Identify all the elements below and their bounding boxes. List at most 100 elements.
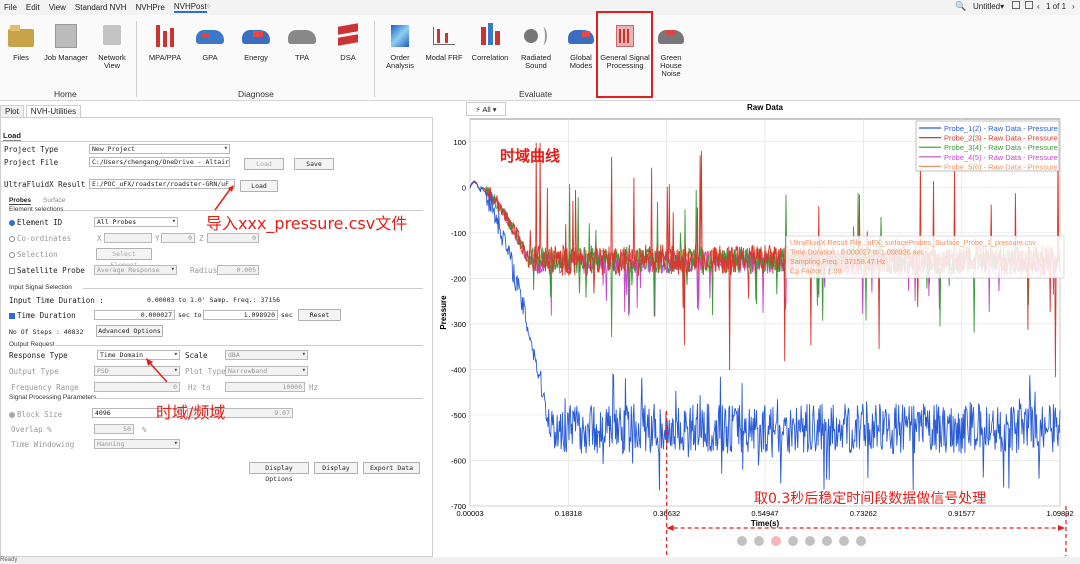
prev-page-icon[interactable]: ‹: [1037, 2, 1040, 11]
order-analysis-button[interactable]: Order Analysis: [380, 21, 420, 70]
project-type-select[interactable]: New Project: [89, 144, 230, 154]
tooltip-line: Sampling Freq. : 37158.47 Hz: [790, 257, 886, 266]
scale-select[interactable]: dBA: [225, 350, 308, 360]
menu-standard-nvh[interactable]: Standard NVH: [75, 3, 127, 12]
plot-type-select[interactable]: Narrowband: [225, 366, 308, 376]
z-label: Z: [199, 234, 204, 243]
selection-option[interactable]: Selection: [9, 250, 58, 259]
camera-icon[interactable]: [754, 536, 764, 546]
modal-frf-button[interactable]: Modal FRF: [424, 21, 464, 62]
pan-icon[interactable]: [856, 536, 866, 546]
x-field[interactable]: [104, 233, 152, 243]
green-house-icon: [656, 21, 686, 51]
time-to-field[interactable]: 1.098920: [203, 310, 278, 320]
curve-annotation: 时域曲线: [500, 147, 560, 165]
satellite-probe-option[interactable]: Satellite Probe: [9, 266, 85, 275]
zoom-icon[interactable]: [788, 536, 798, 546]
response-type-label: Response Type: [9, 351, 68, 360]
windowing-select[interactable]: Hanning: [94, 439, 180, 449]
pin-icon[interactable]: ✧: [205, 2, 212, 11]
z-field[interactable]: 0: [207, 233, 259, 243]
tab-probes[interactable]: Probes: [9, 197, 32, 205]
radius-field[interactable]: 0.005: [217, 265, 259, 275]
mpa-ppa-icon: [150, 21, 180, 51]
color-icon[interactable]: [771, 536, 781, 546]
menu-nvhpost[interactable]: NVHPost: [173, 2, 207, 13]
time-duration-option[interactable]: Time Duration: [9, 311, 76, 320]
search-icon[interactable]: 🔍: [955, 1, 966, 12]
menu-edit[interactable]: Edit: [26, 3, 40, 12]
network-view-button[interactable]: Network View: [94, 21, 130, 70]
fit-icon[interactable]: [805, 536, 815, 546]
menu-view[interactable]: View: [49, 3, 66, 12]
time-from-field[interactable]: 0.000027: [94, 310, 175, 320]
dsa-button[interactable]: DSA: [330, 21, 366, 62]
plot-area: ⚡ All ▾ Raw Data 100 0 -100 -200 -300 -400 -500…: [436, 101, 1080, 558]
export-icon[interactable]: [822, 536, 832, 546]
export-data-button[interactable]: Export Data: [363, 462, 420, 474]
radio-icon: [9, 220, 15, 226]
tab-nvh-utilities[interactable]: NVH-Utilities: [25, 105, 82, 117]
radiated-sound-button[interactable]: Radiated Sound: [516, 21, 556, 70]
arrowhead-left: [666, 525, 674, 531]
menu-nvhpre[interactable]: NVHPre: [135, 3, 164, 12]
measure-icon[interactable]: [839, 536, 849, 546]
coordinates-option[interactable]: Co-ordinates: [9, 234, 71, 243]
satellite-probe-label: Satellite Probe: [17, 266, 85, 275]
average-response-select[interactable]: Average Response: [94, 265, 177, 275]
network-icon: [97, 21, 127, 51]
mpa-ppa-button[interactable]: MPA/PPA: [146, 21, 184, 62]
tab-load[interactable]: Load: [3, 131, 21, 141]
tpa-button[interactable]: TPA: [284, 21, 320, 62]
files-button[interactable]: Files: [6, 21, 36, 62]
tab-surface[interactable]: Surface: [43, 197, 65, 204]
job-manager-icon: [51, 21, 81, 51]
block-size-option[interactable]: Block Size: [9, 410, 62, 419]
files-label: Files: [13, 53, 29, 62]
window-icon[interactable]: [1012, 1, 1020, 9]
job-manager-button[interactable]: Job Manager: [42, 21, 90, 62]
y-axis-label: Pressure: [439, 295, 448, 330]
frequency-range-label: Frequency Range: [11, 383, 79, 392]
global-modes-icon: [566, 21, 596, 51]
element-id-select[interactable]: All Probes: [94, 217, 178, 227]
raw-data-chart[interactable]: Raw Data1000-100-200-300-400-500-600-700…: [436, 101, 1080, 558]
output-type-select[interactable]: PSD: [94, 366, 180, 376]
project-load-button[interactable]: Load: [244, 158, 284, 170]
tab-plot[interactable]: Plot: [0, 105, 24, 117]
order-analysis-label: Order Analysis: [386, 53, 414, 70]
display-options-button[interactable]: Display Options: [249, 462, 309, 483]
project-save-button[interactable]: Save: [294, 158, 334, 170]
element-id-option[interactable]: Element ID: [9, 218, 62, 227]
y-field[interactable]: 0: [161, 233, 195, 243]
next-page-icon[interactable]: ›: [1072, 2, 1075, 11]
response-type-select[interactable]: Time Domain: [97, 350, 180, 360]
group-home: Home: [54, 89, 77, 99]
result-load-button[interactable]: Load: [240, 180, 278, 192]
global-modes-button[interactable]: Global Modes: [562, 21, 600, 70]
advanced-options-button[interactable]: Advanced Options: [96, 325, 163, 337]
divider: [1, 141, 432, 142]
correlation-button[interactable]: Correlation: [470, 21, 510, 62]
energy-button[interactable]: Energy: [238, 21, 274, 62]
display-button[interactable]: Display: [314, 462, 358, 474]
radio-icon: [9, 252, 15, 258]
document-selector[interactable]: Untitled▾: [973, 2, 1004, 11]
order-analysis-icon: [385, 21, 415, 51]
freq-from-field[interactable]: 0: [94, 382, 180, 392]
overlap-field[interactable]: 50: [94, 424, 134, 434]
gpa-button[interactable]: GPA: [192, 21, 228, 62]
menu-file[interactable]: File: [4, 3, 17, 12]
project-file-field[interactable]: C:/Users/chengang/OneDrive - Altair: [89, 157, 230, 167]
green-house-noise-button[interactable]: Green House Noise: [650, 21, 692, 78]
divider: [93, 398, 423, 399]
page-icon[interactable]: [1025, 1, 1033, 9]
reset-button[interactable]: Reset: [298, 309, 341, 321]
select-element-button[interactable]: Select Element: [96, 248, 152, 269]
freq-to-field[interactable]: 10000: [225, 382, 305, 392]
y-tick-label: -400: [451, 365, 466, 374]
rotate-icon[interactable]: [737, 536, 747, 546]
highlight-box: [596, 11, 653, 98]
input-duration-label: Input Time Duration :: [9, 296, 104, 305]
result-file-field[interactable]: E:/POC_uFX/roadster/roadster-GRN/uF: [89, 179, 235, 189]
